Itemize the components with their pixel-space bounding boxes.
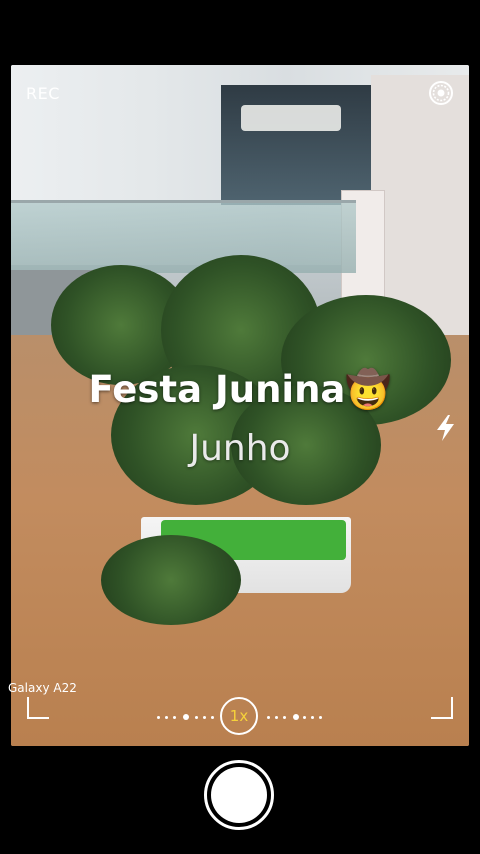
photo-foliage bbox=[101, 535, 241, 625]
zoom-dot bbox=[157, 716, 160, 719]
sticker-subtitle[interactable]: Junho bbox=[0, 428, 480, 469]
sticker-title[interactable]: Festa Junina🤠 bbox=[0, 368, 480, 412]
frame-corner-bottom-left bbox=[27, 697, 49, 719]
device-label: Galaxy A22 bbox=[8, 681, 77, 695]
zoom-dot bbox=[275, 716, 278, 719]
zoom-level-button[interactable]: 1x bbox=[220, 697, 258, 735]
zoom-dot bbox=[311, 716, 314, 719]
photo-glass-railing bbox=[11, 200, 356, 273]
shutter-button[interactable] bbox=[204, 760, 274, 830]
zoom-dot bbox=[303, 716, 306, 719]
zoom-dots-left[interactable] bbox=[157, 714, 215, 721]
camera-settings-button[interactable] bbox=[428, 80, 454, 106]
zoom-dot bbox=[283, 716, 286, 719]
zoom-dot bbox=[319, 716, 322, 719]
rec-indicator: REC bbox=[26, 84, 60, 103]
flash-icon bbox=[437, 415, 454, 441]
zoom-dot-active bbox=[293, 714, 299, 720]
zoom-dot bbox=[173, 716, 176, 719]
zoom-dot bbox=[267, 716, 270, 719]
zoom-dot bbox=[211, 716, 214, 719]
zoom-dot-active bbox=[183, 714, 189, 720]
photo-storefront bbox=[221, 85, 371, 205]
frame-corner-bottom-right bbox=[431, 697, 453, 719]
photo-store-light bbox=[241, 105, 341, 131]
flash-button[interactable] bbox=[433, 413, 459, 443]
zoom-dot bbox=[203, 716, 206, 719]
shutter-inner bbox=[211, 767, 267, 823]
camera-settings-icon bbox=[429, 81, 453, 105]
zoom-control[interactable]: 1x bbox=[157, 697, 322, 737]
zoom-dot bbox=[195, 716, 198, 719]
zoom-dot bbox=[165, 716, 168, 719]
zoom-dots-right[interactable] bbox=[265, 714, 322, 721]
